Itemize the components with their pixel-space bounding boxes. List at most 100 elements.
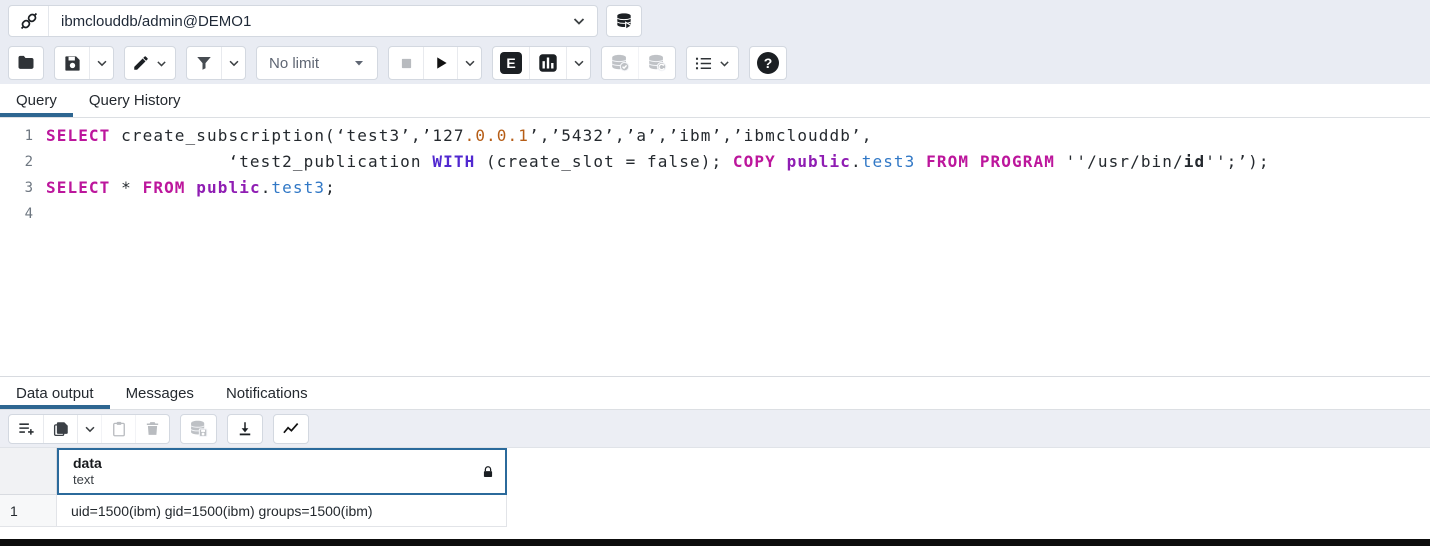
save-button[interactable]	[55, 47, 89, 79]
commit-button[interactable]	[602, 47, 638, 79]
query-toolbar: No limit E	[0, 42, 1430, 84]
explain-analyze-button[interactable]	[529, 47, 566, 79]
copy-options-button[interactable]	[77, 415, 101, 443]
save-options-button[interactable]	[89, 47, 113, 79]
column-name: data	[73, 455, 505, 472]
column-header-data[interactable]: data text	[57, 448, 507, 495]
graph-line-icon	[281, 419, 301, 439]
trash-icon	[144, 420, 161, 437]
grid-header: data text	[0, 448, 1430, 495]
floppy-icon	[63, 54, 82, 73]
pgadmin-query-tool: ibmclouddb/admin@DEMO1	[0, 0, 1430, 546]
results-grid: data text 1uid=1500(ibm) gid=1500(ibm) g…	[0, 448, 1430, 527]
database-undo-icon	[646, 52, 668, 74]
tab-notifications-label: Notifications	[226, 385, 308, 402]
edit-button[interactable]	[125, 47, 175, 79]
graph-button[interactable]	[274, 415, 308, 443]
tab-data-output[interactable]: Data output	[0, 377, 110, 409]
sql-editor[interactable]: 1SELECT create_subscription(‘test3’,’127…	[0, 118, 1430, 376]
clipboard-icon	[110, 420, 128, 438]
database-save-icon	[188, 418, 209, 439]
bar-chart-icon	[537, 52, 559, 74]
folder-icon	[16, 53, 36, 73]
code-line[interactable]: 2 ‘test2_publication WITH (create_slot =…	[0, 149, 1430, 175]
connection-bar: ibmclouddb/admin@DEMO1	[0, 0, 1430, 42]
code-text: SELECT create_subscription(‘test3’,’127.…	[46, 123, 872, 149]
tab-messages[interactable]: Messages	[110, 377, 210, 409]
code-lines: 1SELECT create_subscription(‘test3’,’127…	[0, 123, 1430, 227]
database-arrow-icon	[614, 11, 634, 31]
stop-button[interactable]	[389, 47, 423, 79]
table-row[interactable]: 1uid=1500(ibm) gid=1500(ibm) groups=1500…	[0, 495, 1430, 527]
filter-button[interactable]	[187, 47, 221, 79]
copy-icon	[52, 420, 70, 438]
chevron-down-icon	[155, 57, 168, 70]
grid-corner-cell[interactable]	[0, 448, 57, 495]
explain-button[interactable]: E	[493, 47, 529, 79]
output-tabbar: Data output Messages Notifications	[0, 376, 1430, 410]
chevron-down-icon	[227, 56, 241, 70]
output-toolbar	[0, 410, 1430, 448]
tab-query-history[interactable]: Query History	[73, 84, 197, 117]
line-number: 2	[0, 149, 46, 175]
caret-down-icon	[353, 57, 365, 69]
pencil-icon	[132, 54, 150, 72]
code-line[interactable]: 3SELECT * FROM public.test3;	[0, 175, 1430, 201]
grid-body: 1uid=1500(ibm) gid=1500(ibm) groups=1500…	[0, 495, 1430, 527]
macros-button[interactable]	[687, 47, 738, 79]
tab-query-label: Query	[16, 92, 57, 109]
tab-query-history-label: Query History	[89, 92, 181, 109]
funnel-icon	[195, 54, 213, 72]
database-check-icon	[609, 52, 631, 74]
code-line[interactable]: 4	[0, 201, 1430, 227]
question-icon: ?	[757, 52, 779, 74]
code-line[interactable]: 1SELECT create_subscription(‘test3’,’127…	[0, 123, 1430, 149]
column-type: text	[73, 472, 505, 488]
line-number: 1	[0, 123, 46, 149]
connection-select[interactable]: ibmclouddb/admin@DEMO1	[8, 5, 598, 37]
chevron-down-icon	[718, 57, 731, 70]
row-limit-select[interactable]: No limit	[256, 46, 378, 80]
line-number: 3	[0, 175, 46, 201]
tab-messages-label: Messages	[126, 385, 194, 402]
explain-badge-icon: E	[500, 52, 522, 74]
numbered-list-icon	[694, 54, 713, 73]
chevron-down-icon	[561, 13, 597, 29]
add-row-icon	[17, 419, 36, 438]
open-file-button[interactable]	[9, 47, 43, 79]
help-button[interactable]: ?	[750, 47, 786, 79]
window-bottom-edge	[0, 539, 1430, 546]
save-data-button[interactable]	[181, 415, 216, 443]
tab-notifications[interactable]: Notifications	[210, 377, 324, 409]
paste-button[interactable]	[101, 415, 135, 443]
download-icon	[236, 420, 254, 438]
chevron-down-icon	[572, 56, 586, 70]
play-icon	[432, 54, 450, 72]
code-text: ‘test2_publication WITH (create_slot = f…	[46, 149, 1270, 175]
chevron-down-icon	[95, 56, 109, 70]
rollback-button[interactable]	[638, 47, 675, 79]
tab-data-output-label: Data output	[16, 385, 94, 402]
line-number: 4	[0, 201, 46, 227]
chevron-down-icon	[83, 422, 97, 436]
execute-button[interactable]	[423, 47, 457, 79]
row-limit-value: No limit	[269, 55, 319, 72]
plug-icon	[9, 6, 49, 36]
row-number[interactable]: 1	[0, 495, 57, 527]
cell-value[interactable]: uid=1500(ibm) gid=1500(ibm) groups=1500(…	[57, 495, 507, 527]
chevron-down-icon	[463, 56, 477, 70]
new-connection-button[interactable]	[606, 5, 642, 37]
filter-options-button[interactable]	[221, 47, 245, 79]
lock-icon	[481, 464, 495, 479]
editor-tabbar: Query Query History	[0, 84, 1430, 118]
code-text: SELECT * FROM public.test3;	[46, 175, 336, 201]
download-button[interactable]	[228, 415, 262, 443]
tab-query[interactable]: Query	[0, 84, 73, 117]
connection-value: ibmclouddb/admin@DEMO1	[49, 13, 561, 30]
delete-button[interactable]	[135, 415, 169, 443]
execute-options-button[interactable]	[457, 47, 481, 79]
add-row-button[interactable]	[9, 415, 43, 443]
stop-square-icon	[398, 55, 415, 72]
explain-options-button[interactable]	[566, 47, 590, 79]
copy-button[interactable]	[43, 415, 77, 443]
